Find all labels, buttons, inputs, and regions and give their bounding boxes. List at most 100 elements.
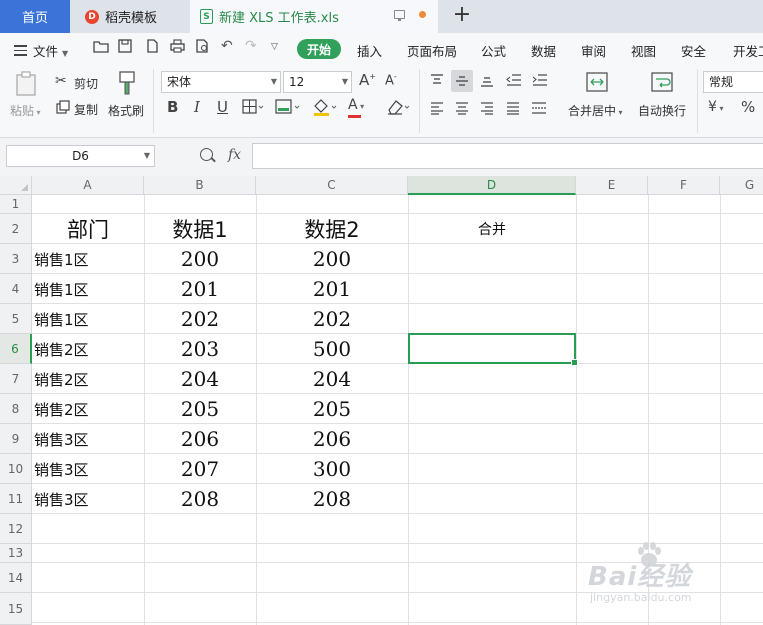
cell-style-icon[interactable]	[275, 99, 301, 118]
select-all-corner[interactable]	[0, 176, 32, 195]
zoom-icon[interactable]	[200, 148, 213, 161]
align-top-icon[interactable]	[430, 73, 444, 90]
cell-d2[interactable]: 合并	[408, 214, 576, 244]
align-center-icon[interactable]	[455, 101, 469, 118]
row-header-14[interactable]: 14	[0, 563, 32, 593]
menu-data[interactable]: 数据	[531, 41, 556, 60]
tab-file[interactable]: S 新建 XLS 工作表.xls	[190, 0, 438, 33]
row-header-2[interactable]: 2	[0, 214, 32, 244]
percent-button[interactable]: %	[741, 100, 755, 115]
cell-b5[interactable]: 202	[144, 304, 256, 334]
cell-b2[interactable]: 数据1	[144, 214, 256, 244]
cell-c3[interactable]: 200	[256, 244, 408, 274]
menu-start[interactable]: 开始	[297, 39, 341, 59]
cut-button[interactable]: 剪切	[74, 75, 98, 92]
align-middle-icon[interactable]	[455, 74, 469, 91]
cell-b9[interactable]: 206	[144, 424, 256, 454]
copy-button[interactable]: 复制	[74, 101, 98, 118]
column-header-a[interactable]: A	[32, 176, 144, 195]
print-icon[interactable]	[170, 39, 185, 57]
cell-b6[interactable]: 203	[144, 334, 256, 364]
cell-c5[interactable]: 202	[256, 304, 408, 334]
cell-b10[interactable]: 207	[144, 454, 256, 484]
redo-icon[interactable]: ↷	[245, 38, 257, 54]
cell-b7[interactable]: 204	[144, 364, 256, 394]
menu-view[interactable]: 视图	[631, 41, 656, 60]
cell-a10[interactable]: 销售3区	[32, 454, 144, 484]
cell-c2[interactable]: 数据2	[256, 214, 408, 244]
font-size-select[interactable]: 12 ▼	[283, 71, 352, 93]
underline-button[interactable]: U	[217, 100, 228, 115]
row-header-8[interactable]: 8	[0, 394, 32, 424]
menu-insert[interactable]: 插入	[357, 41, 382, 60]
row-header-12[interactable]: 12	[0, 514, 32, 544]
row-header-6[interactable]: 6	[0, 334, 32, 364]
wrap-text-button[interactable]: 自动换行	[638, 102, 686, 119]
tab-template[interactable]: D 稻壳模板	[71, 0, 189, 33]
print-preview-icon[interactable]	[195, 39, 210, 57]
monitor-icon[interactable]	[394, 10, 405, 21]
paste-icon[interactable]	[14, 71, 38, 100]
column-header-b[interactable]: B	[144, 176, 256, 195]
row-header-15[interactable]: 15	[0, 593, 32, 625]
cell-b3[interactable]: 200	[144, 244, 256, 274]
menu-security[interactable]: 安全	[681, 41, 706, 60]
clear-format-icon[interactable]	[385, 98, 411, 119]
increase-font-icon[interactable]: A+	[359, 73, 376, 88]
row-header-10[interactable]: 10	[0, 454, 32, 484]
row-header-5[interactable]: 5	[0, 304, 32, 334]
cell-a5[interactable]: 销售1区	[32, 304, 144, 334]
column-header-d[interactable]: D	[408, 176, 576, 195]
paste-button[interactable]: 粘贴 ▾	[10, 102, 41, 119]
cell-a7[interactable]: 销售2区	[32, 364, 144, 394]
cell-c6[interactable]: 500	[256, 334, 408, 364]
cell-a9[interactable]: 销售3区	[32, 424, 144, 454]
export-pdf-icon[interactable]	[145, 39, 159, 57]
cell-c9[interactable]: 206	[256, 424, 408, 454]
format-painter-button[interactable]: 格式刷	[108, 102, 144, 119]
save-icon[interactable]	[118, 39, 132, 57]
column-header-c[interactable]: C	[256, 176, 408, 195]
row-header-4[interactable]: 4	[0, 274, 32, 304]
align-bottom-icon[interactable]	[480, 74, 494, 91]
hamburger-icon[interactable]	[14, 45, 27, 59]
quick-access-dropdown-icon[interactable]: ▽	[271, 42, 278, 52]
increase-indent-icon[interactable]	[532, 73, 548, 90]
distributed-align-icon[interactable]	[531, 101, 547, 118]
name-box[interactable]: D6 ▼	[6, 145, 155, 167]
formula-input[interactable]	[252, 143, 763, 169]
italic-button[interactable]: I	[194, 100, 200, 115]
cell-a6[interactable]: 销售2区	[32, 334, 144, 364]
number-format-select[interactable]: 常规	[703, 71, 763, 93]
align-left-icon[interactable]	[430, 101, 444, 118]
cell-c11[interactable]: 208	[256, 484, 408, 514]
row-header-11[interactable]: 11	[0, 484, 32, 514]
active-cell-d6[interactable]	[408, 333, 578, 366]
menu-developer[interactable]: 开发工	[733, 41, 763, 60]
undo-icon[interactable]: ↶	[221, 38, 233, 54]
border-icon[interactable]	[242, 99, 264, 118]
decrease-indent-icon[interactable]	[506, 73, 522, 90]
font-color-icon[interactable]: A ▾	[348, 98, 364, 112]
bold-button[interactable]: B	[167, 100, 178, 115]
row-header-9[interactable]: 9	[0, 424, 32, 454]
cell-a8[interactable]: 销售2区	[32, 394, 144, 424]
fx-icon[interactable]: fx	[228, 147, 241, 163]
font-name-select[interactable]: 宋体 ▼	[161, 71, 281, 93]
menu-review[interactable]: 审阅	[581, 41, 606, 60]
row-header-13[interactable]: 13	[0, 544, 32, 563]
cell-a11[interactable]: 销售3区	[32, 484, 144, 514]
fill-color-icon[interactable]	[312, 98, 338, 119]
cell-c7[interactable]: 204	[256, 364, 408, 394]
tab-home[interactable]: 首页	[0, 0, 70, 33]
row-header-3[interactable]: 3	[0, 244, 32, 274]
column-header-e[interactable]: E	[576, 176, 648, 195]
column-header-g[interactable]: G	[720, 176, 763, 195]
justify-icon[interactable]	[506, 101, 520, 118]
menu-file[interactable]: 文件 ▼	[33, 41, 68, 60]
menu-formula[interactable]: 公式	[481, 41, 506, 60]
cell-a3[interactable]: 销售1区	[32, 244, 144, 274]
cell-a4[interactable]: 销售1区	[32, 274, 144, 304]
column-header-f[interactable]: F	[648, 176, 720, 195]
cell-b8[interactable]: 205	[144, 394, 256, 424]
